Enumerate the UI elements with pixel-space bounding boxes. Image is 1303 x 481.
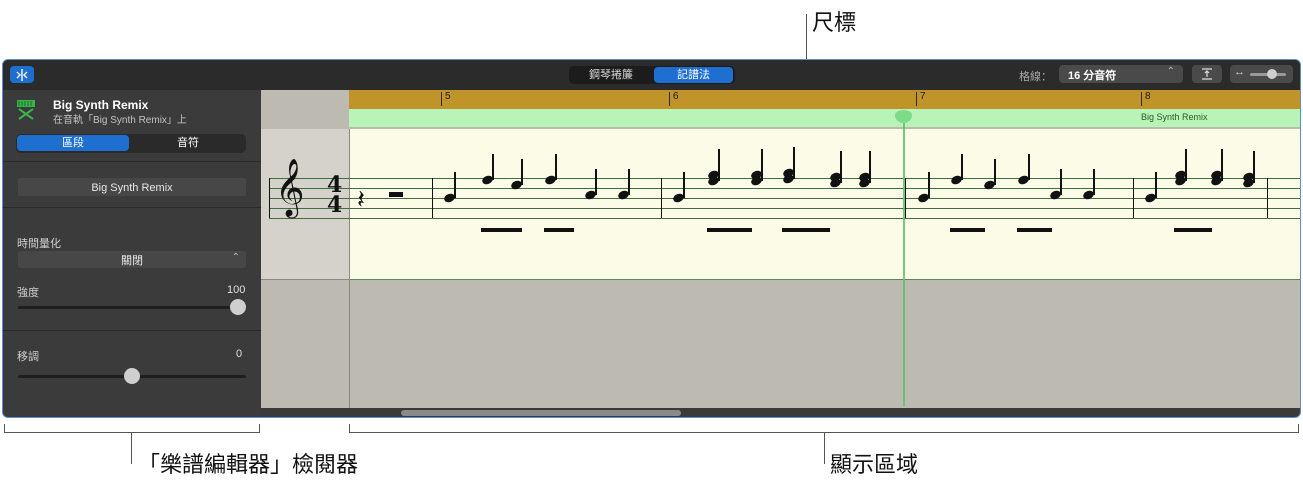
notation-notes: 𝄽 [261,90,1300,280]
note-stem [492,154,494,180]
synth-track-icon [17,100,35,120]
inspector-bracket [4,424,260,433]
display-area-callout-label: 顯示區域 [830,452,919,477]
grid-label: 格線： [1019,71,1052,83]
quantize-select[interactable]: 關閉 ⌃ [18,251,246,268]
inspector-tab-group: 區段 音符 [16,134,246,153]
note-beam [950,228,985,232]
note-stem [793,153,795,179]
score-editor-window: 鋼琴捲簾 記譜法 格線： 16 分音符 ⌃ ↔ Big Synth Remix … [2,59,1301,418]
note-beam [1174,228,1212,232]
strength-slider-knob[interactable] [230,299,246,315]
note-stem [1028,154,1030,180]
display-area-callout-line [824,432,825,464]
inspector-callout-line [131,432,132,464]
horizontal-scrollbar[interactable] [261,408,1300,417]
transpose-label: 移調 [17,351,39,363]
ruler-callout-label: 尺標 [812,10,857,35]
score-editor-inspector: Big Synth Remix 在音軌「Big Synth Remix」上 區段… [3,90,261,417]
half-rest [389,192,403,197]
note-stem [994,159,996,185]
note-beam [481,228,522,232]
region-name-field[interactable]: Big Synth Remix [18,178,246,196]
note-stem [454,172,456,198]
note-beam [544,228,574,232]
inspector-divider [3,161,261,162]
note-stem [928,172,930,198]
tab-piano-roll[interactable]: 鋼琴捲簾 [571,67,651,83]
zoom-slider-knob[interactable] [1267,69,1277,79]
horizontal-zoom-control[interactable]: ↔ [1230,65,1293,83]
tab-notation[interactable]: 記譜法 [654,67,733,83]
tab-region[interactable]: 區段 [17,135,129,151]
barline [1133,178,1134,218]
staff-start-barline [269,178,270,218]
quarter-rest-icon: 𝄽 [357,184,365,214]
note-stem [683,172,685,198]
note-stem [869,157,871,183]
inspector-callout-label: 「樂譜編輯器」檢閱器 [138,452,359,477]
note-stem [1185,155,1187,181]
note-beam [707,228,752,232]
chevron-updown-icon: ⌃ [231,252,240,263]
track-name: Big Synth Remix [53,98,149,112]
note-stem [1060,169,1062,195]
catch-playhead-icon [16,69,28,81]
grid-select-value: 16 分音符 [1068,70,1117,82]
note-stem [1093,169,1095,195]
score-display-area[interactable]: 5 6 7 8 Big Synth Remix 𝄞 4 4 𝄽 [261,90,1300,417]
track-subtitle: 在音軌「Big Synth Remix」上 [53,115,187,126]
strength-value: 100 [227,284,246,296]
note-stem [521,159,523,185]
barline [1267,178,1268,218]
strength-label: 強度 [17,287,39,299]
align-icon [1202,68,1212,80]
view-tab-group: 鋼琴捲簾 記譜法 [569,66,735,84]
note-stem [718,155,720,181]
transpose-value: 0 [236,348,243,360]
note-stem [1155,172,1157,198]
barline [432,178,433,218]
note-stem [628,169,630,195]
note-stem [761,155,763,181]
chevron-updown-icon: ⌃ [1166,66,1175,77]
strength-slider-track [18,306,246,309]
note-stem [555,154,557,180]
horizontal-zoom-icon: ↔ [1234,66,1245,78]
editor-toolbar: 鋼琴捲簾 記譜法 格線： 16 分音符 ⌃ ↔ [3,60,1300,90]
align-button[interactable] [1192,65,1222,83]
tab-notes[interactable]: 音符 [132,135,244,151]
catch-playhead-button[interactable] [10,66,34,83]
inspector-divider [3,207,261,208]
note-beam [782,228,830,232]
region-name-value: Big Synth Remix [91,182,173,194]
note-stem [961,154,963,180]
grid-select[interactable]: 16 分音符 ⌃ [1059,65,1183,83]
playhead-line[interactable] [903,117,905,406]
scrollbar-thumb[interactable] [401,410,681,416]
note-stem [1253,157,1255,183]
barline [905,178,906,218]
note-beam [1017,228,1052,232]
note-stem [1221,155,1223,181]
barline [661,178,662,218]
quantize-label: 時間量化 [17,238,61,250]
quantize-value: 關閉 [121,255,143,267]
transpose-slider-knob[interactable] [124,368,140,384]
inspector-divider [3,330,261,331]
note-stem [595,169,597,195]
note-stem [840,157,842,183]
